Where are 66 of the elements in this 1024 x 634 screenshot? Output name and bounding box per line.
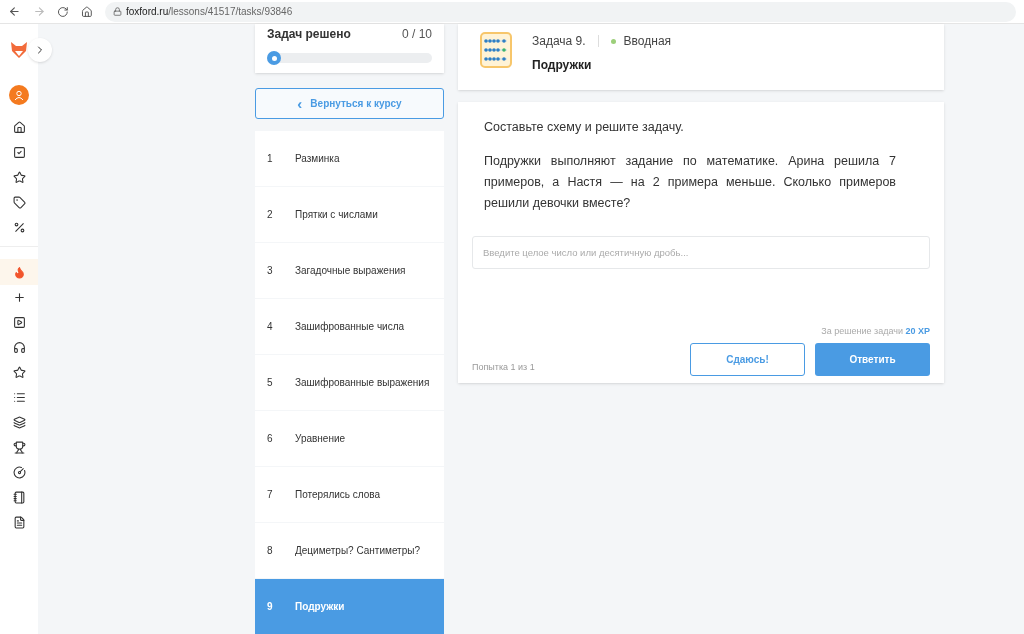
lesson-item[interactable]: 8 Дециметры? Сантиметры? xyxy=(255,523,444,578)
progress-label: Задач решено xyxy=(267,26,351,43)
lesson-number: 4 xyxy=(267,320,274,334)
lesson-title: Разминка xyxy=(295,152,340,166)
lesson-item[interactable]: 4 Зашифрованные числа xyxy=(255,299,444,354)
avatar[interactable] xyxy=(9,85,29,105)
lesson-number: 2 xyxy=(267,208,274,222)
home-icon[interactable] xyxy=(12,121,26,134)
home-icon[interactable] xyxy=(81,5,93,18)
lesson-number: 1 xyxy=(267,152,274,166)
lesson-title: Зашифрованные числа xyxy=(295,320,405,334)
url-path: /lessons/41517/tasks/93846 xyxy=(168,5,293,19)
star-icon[interactable] xyxy=(12,366,26,379)
gauge-icon[interactable] xyxy=(12,466,26,479)
checkbox-icon[interactable] xyxy=(12,146,26,159)
trophy-icon[interactable] xyxy=(12,441,26,454)
lesson-number: 6 xyxy=(267,432,274,446)
task-number: Задача 9. xyxy=(532,33,586,50)
layers-icon[interactable] xyxy=(12,416,26,429)
play-square-icon[interactable] xyxy=(12,316,26,329)
list-icon[interactable] xyxy=(12,391,26,404)
task-level: Вводная xyxy=(623,33,672,50)
url-host: foxford.ru xyxy=(125,5,169,19)
plus-icon[interactable] xyxy=(12,291,26,304)
attempts-text: Попытка 1 из 1 xyxy=(472,360,535,374)
address-bar[interactable]: foxford.ru/lessons/41517/tasks/93846 xyxy=(104,1,1016,22)
lesson-title: Загадочные выражения xyxy=(295,264,406,278)
task-title: Подружки xyxy=(532,57,593,74)
star-icon[interactable] xyxy=(12,171,26,184)
lesson-number: 8 xyxy=(267,544,274,558)
lesson-item[interactable]: 2 Прятки с числами xyxy=(255,187,444,242)
back-to-course-label: Вернуться к курсу xyxy=(310,97,402,112)
lesson-title: Потерялись слова xyxy=(295,488,381,502)
headphones-icon[interactable] xyxy=(12,341,26,354)
document-icon[interactable] xyxy=(12,516,26,529)
streak-item[interactable] xyxy=(0,259,38,285)
user-silhouette-icon xyxy=(14,90,24,100)
percent-icon[interactable] xyxy=(12,221,26,234)
lesson-number: 3 xyxy=(267,264,274,278)
abacus-icon xyxy=(480,32,512,68)
task-instruction: Составьте схему и решите задачу. xyxy=(483,119,685,136)
flame-icon xyxy=(12,265,26,279)
reload-icon[interactable] xyxy=(57,5,70,18)
lesson-number: 7 xyxy=(267,488,274,502)
lesson-title: Дециметры? Сантиметры? xyxy=(295,544,420,558)
notebook-icon[interactable] xyxy=(12,491,26,504)
lesson-item[interactable]: 6 Уравнение xyxy=(255,411,444,466)
task-text: Подружки выполняют задание по математике. Арина решила 7 примеров, а Настя — на 2 примера меньше. Сколько примеров решили девочки вместе? xyxy=(483,152,897,212)
answer-input-field[interactable]: Введите целое число или десятичную дробь... xyxy=(472,235,930,269)
lock-icon xyxy=(112,7,122,16)
lesson-number: 5 xyxy=(267,376,274,390)
reward-text: За решение задачи 20 XP xyxy=(821,324,930,338)
tag-icon[interactable] xyxy=(12,196,26,209)
fox-logo-icon[interactable] xyxy=(9,39,29,59)
lesson-title: Уравнение xyxy=(295,432,346,446)
progress-count: 0 / 10 xyxy=(401,26,432,43)
lesson-title: Зашифрованные выражения xyxy=(295,376,430,390)
lesson-item[interactable]: 5 Зашифрованные выражения xyxy=(255,355,444,410)
lesson-item[interactable]: 7 Потерялись слова xyxy=(255,467,444,522)
lesson-title: Прятки с числами xyxy=(295,208,378,222)
lesson-item[interactable]: 3 Загадочные выражения xyxy=(255,243,444,298)
chevron-left-icon: ‹ xyxy=(297,96,303,112)
back-icon[interactable] xyxy=(8,5,21,18)
lesson-item[interactable]: 1 Разминка xyxy=(255,131,444,186)
lesson-number: 9 xyxy=(267,600,274,614)
lesson-title: Подружки xyxy=(295,600,345,614)
